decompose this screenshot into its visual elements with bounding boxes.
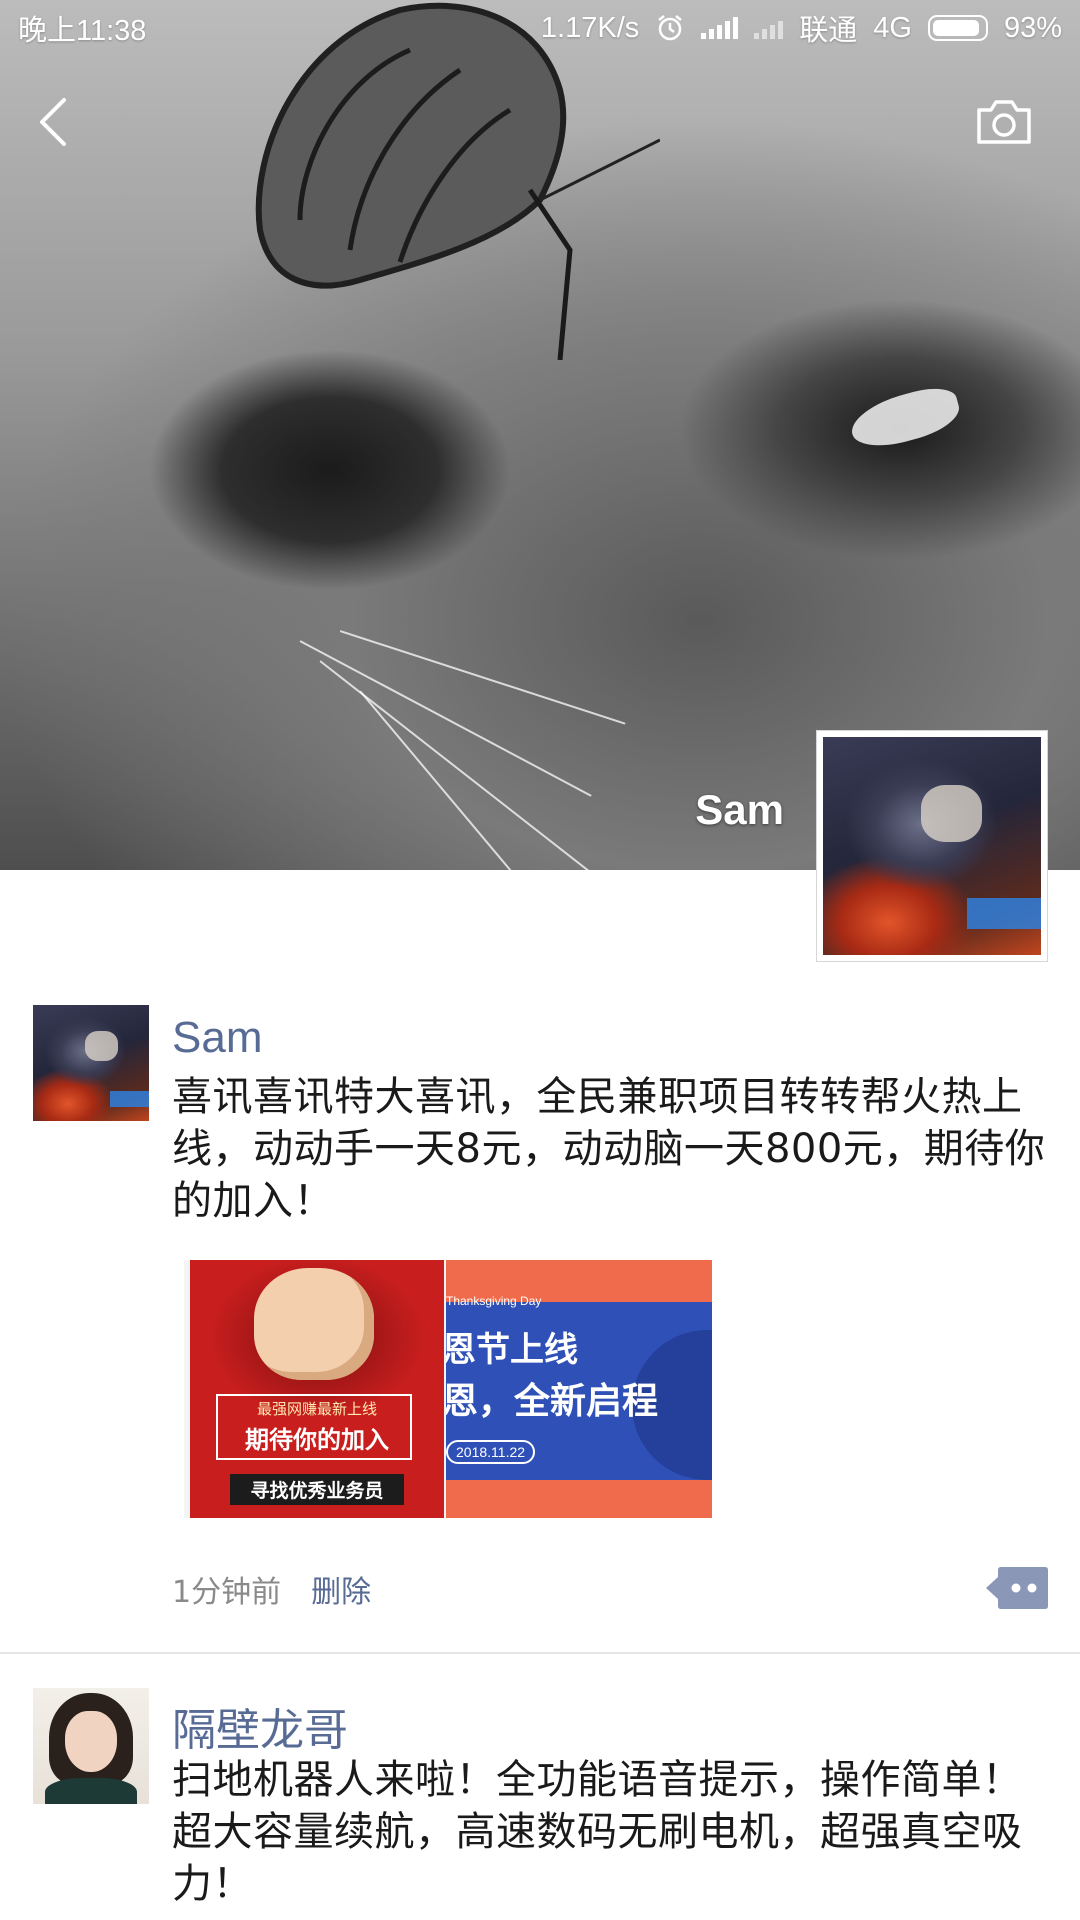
- cover-decoration: [845, 381, 965, 455]
- avatar-image: [33, 1005, 149, 1121]
- battery-icon: [927, 15, 988, 41]
- post-avatar[interactable]: [33, 1005, 149, 1121]
- camera-button[interactable]: [975, 96, 1033, 146]
- image-text: 期待你的加入: [245, 1426, 389, 1454]
- moment-post: 隔壁龙哥 扫地机器人来啦！全功能语音提示，操作简单！超大容量续航，高速数码无刷电…: [0, 1688, 1080, 1920]
- image-text: 恩节上线: [446, 1330, 578, 1370]
- alarm-icon: [658, 15, 683, 41]
- network-type: 4G: [873, 11, 912, 44]
- comment-button[interactable]: [986, 1567, 1048, 1609]
- post-text: 扫地机器人来啦！全功能语音提示，操作简单！超大容量续航，高速数码无刷电机，超强真…: [172, 1757, 1023, 1907]
- post-divider: [0, 1652, 1080, 1654]
- back-button[interactable]: [30, 92, 78, 152]
- moment-post: Sam 喜讯喜讯特大喜讯，全民兼职项目转转帮火热上线，动动手一天8元，动动脑一天…: [0, 1005, 1080, 1645]
- status-bar: 晚上11:38 1.17K/s 联通 4G 93%: [0, 0, 1080, 56]
- avatar-image: [33, 1688, 149, 1804]
- avatar-image: [823, 737, 1041, 955]
- post-avatar[interactable]: [33, 1688, 149, 1804]
- post-author-name[interactable]: Sam: [172, 1013, 262, 1063]
- status-indicators: 1.17K/s 联通 4G 93%: [541, 7, 1062, 49]
- cover-user-name: Sam: [695, 786, 784, 833]
- post-image[interactable]: 最强网赚最新上线 期待你的加入 寻找优秀业务员: [184, 1260, 450, 1518]
- profile-avatar[interactable]: [816, 730, 1048, 962]
- back-arrow-icon: [40, 98, 66, 146]
- image-text: 恩，全新启程: [446, 1381, 659, 1422]
- post-text: 喜讯喜讯特大喜讯，全民兼职项目转转帮火热上线，动动手一天8元，动动脑一天800元…: [172, 1074, 1046, 1224]
- carrier-name: 联通: [799, 15, 858, 47]
- status-time: 晚上11:38: [18, 15, 147, 47]
- battery-percent: 93%: [1003, 11, 1062, 44]
- image-text: 寻找优秀业务员: [230, 1474, 404, 1505]
- camera-icon: [977, 100, 1031, 144]
- image-text: Thanksgiving Day: [446, 1294, 542, 1308]
- signal-icon: [701, 17, 739, 39]
- delete-link[interactable]: 删除: [311, 1567, 371, 1611]
- net-speed: 1.17K/s: [540, 11, 640, 44]
- image-text: 最强网赚最新上线: [256, 1400, 377, 1418]
- post-image[interactable]: Thanksgiving Day 恩节上线 恩，全新启程 2018.11.22: [446, 1260, 712, 1518]
- post-author-name[interactable]: 隔壁龙哥: [172, 1694, 348, 1758]
- cover-decoration: [359, 690, 541, 870]
- fist-illustration: [254, 1268, 374, 1380]
- more-icon: [986, 1567, 1048, 1609]
- signal-icon: [754, 17, 784, 39]
- post-meta: 1分钟前 删除: [172, 1567, 371, 1611]
- post-time: 1分钟前: [172, 1575, 282, 1610]
- image-text: 2018.11.22: [446, 1440, 536, 1464]
